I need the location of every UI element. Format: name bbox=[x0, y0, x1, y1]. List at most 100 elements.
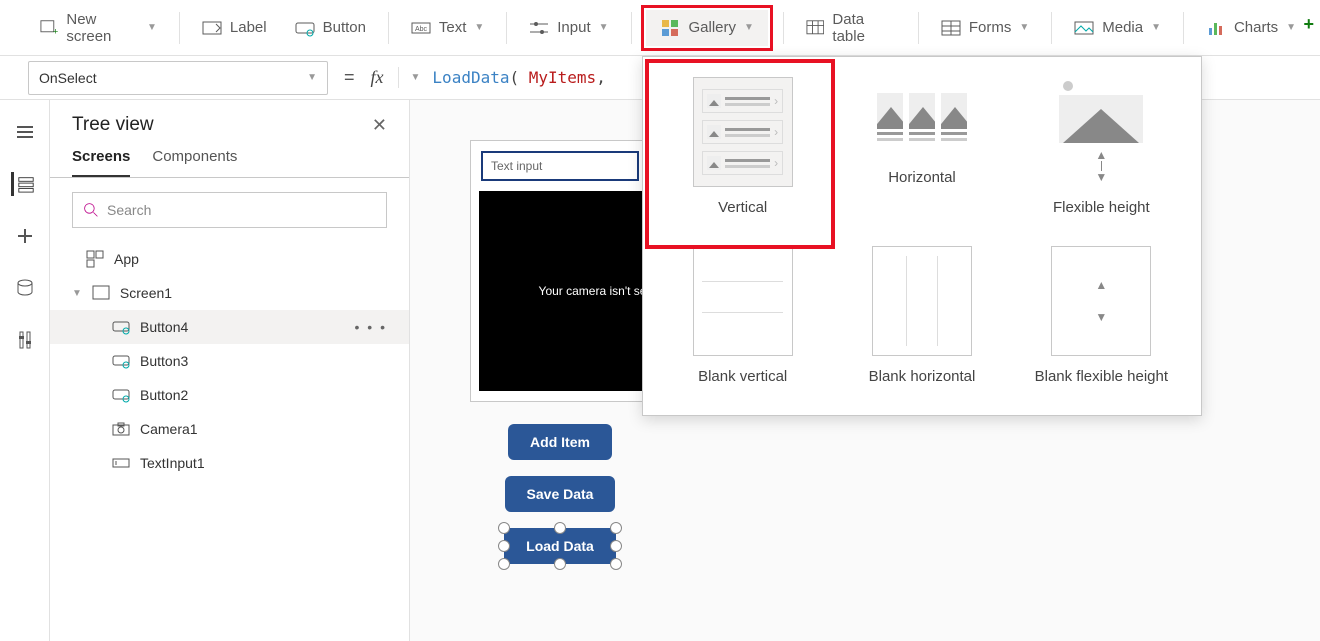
tree-item-button3[interactable]: Button3 bbox=[50, 344, 409, 378]
gallery-option-horizontal[interactable]: Horizontal bbox=[832, 71, 1011, 222]
resize-handle[interactable] bbox=[554, 558, 566, 570]
canvas-text-input[interactable]: Text input bbox=[481, 151, 639, 181]
chevron-down-icon: ▼ bbox=[599, 22, 609, 33]
text-input-icon bbox=[112, 454, 130, 472]
screen-icon bbox=[92, 284, 110, 302]
resize-handle[interactable] bbox=[498, 558, 510, 570]
separator bbox=[918, 12, 919, 44]
rail-insert[interactable] bbox=[13, 224, 37, 248]
separator bbox=[1051, 12, 1052, 44]
gallery-option-blank-vertical[interactable]: Blank vertical bbox=[653, 240, 832, 391]
gallery-option-blank-horizontal[interactable]: Blank horizontal bbox=[832, 240, 1011, 391]
resize-handle[interactable] bbox=[610, 522, 622, 534]
media-icon bbox=[1074, 18, 1094, 38]
input-icon bbox=[529, 18, 549, 38]
gallery-option-vertical[interactable]: › › › Vertical bbox=[653, 71, 832, 222]
tab-components[interactable]: Components bbox=[152, 148, 237, 177]
resize-handle[interactable] bbox=[610, 558, 622, 570]
tree-item-label: Button3 bbox=[140, 353, 188, 369]
gallery-option-label: Blank vertical bbox=[698, 368, 787, 385]
rail-hamburger[interactable] bbox=[13, 120, 37, 144]
tree-item-screen1[interactable]: ▼ Screen1 bbox=[50, 276, 409, 310]
thumb-blank-vertical bbox=[693, 246, 793, 356]
charts-button[interactable]: Charts ▼ bbox=[1194, 12, 1308, 44]
chevron-down-icon[interactable]: ▼ bbox=[411, 72, 421, 83]
label-icon bbox=[202, 18, 222, 38]
label-button[interactable]: Label bbox=[190, 12, 279, 44]
close-icon[interactable]: ✕ bbox=[372, 115, 387, 136]
tab-screens[interactable]: Screens bbox=[72, 148, 130, 177]
chevron-down-icon: ▼ bbox=[744, 22, 754, 33]
gallery-option-label: Blank flexible height bbox=[1035, 368, 1168, 385]
forms-button[interactable]: Forms ▼ bbox=[929, 12, 1041, 44]
tree-view-panel: Tree view ✕ Screens Components Search Ap… bbox=[50, 100, 410, 641]
separator bbox=[1183, 12, 1184, 44]
forms-icon bbox=[941, 18, 961, 38]
chevron-down-icon: ▼ bbox=[1019, 22, 1029, 33]
gallery-button[interactable]: Gallery ▼ bbox=[646, 10, 767, 46]
new-screen-button[interactable]: + New screen ▼ bbox=[28, 5, 169, 51]
media-button[interactable]: Media ▼ bbox=[1062, 12, 1173, 44]
add-icon[interactable]: + bbox=[1303, 14, 1314, 35]
input-label: Input bbox=[557, 19, 590, 36]
thumb-vertical: › › › bbox=[693, 77, 793, 187]
data-table-button[interactable]: Data table bbox=[794, 5, 908, 51]
left-rail bbox=[0, 100, 50, 641]
gallery-option-blank-flexible-height[interactable]: ▲ ▼ Blank flexible height bbox=[1012, 240, 1191, 391]
separator bbox=[631, 12, 632, 44]
media-label: Media bbox=[1102, 19, 1143, 36]
button-icon bbox=[112, 386, 130, 404]
input-button[interactable]: Input ▼ bbox=[517, 12, 620, 44]
canvas-camera[interactable]: Your camera isn't set up, or you're bbox=[479, 191, 650, 391]
tree-search[interactable]: Search bbox=[72, 192, 387, 228]
canvas-add-item-button[interactable]: Add Item bbox=[508, 424, 612, 460]
tree-item-label: Button2 bbox=[140, 387, 188, 403]
resize-handle[interactable] bbox=[610, 540, 622, 552]
gallery-option-flexible-height[interactable]: ▲▼ Flexible height bbox=[1012, 71, 1191, 222]
canvas-save-data-button[interactable]: Save Data bbox=[505, 476, 616, 512]
rail-tools[interactable] bbox=[13, 328, 37, 352]
button-icon bbox=[112, 352, 130, 370]
gallery-highlight: Gallery ▼ bbox=[641, 5, 772, 51]
gallery-dropdown: › › › Vertical Horizontal ▲▼ Flexible he… bbox=[642, 56, 1202, 416]
tree-item-button2[interactable]: Button2 bbox=[50, 378, 409, 412]
forms-label: Forms bbox=[969, 19, 1012, 36]
tree-item-label: Button4 bbox=[140, 319, 188, 335]
svg-text:+: + bbox=[53, 26, 58, 36]
gallery-icon bbox=[660, 18, 680, 38]
thumb-blank-flexible-height: ▲ ▼ bbox=[1051, 246, 1151, 356]
app-icon bbox=[86, 250, 104, 268]
more-icon[interactable]: • • • bbox=[355, 319, 387, 335]
thumb-flexible-height: ▲▼ bbox=[1051, 77, 1151, 187]
app-canvas[interactable]: Text input Your camera isn't set up, or … bbox=[470, 140, 650, 402]
new-screen-icon: + bbox=[40, 18, 58, 38]
resize-handle[interactable] bbox=[554, 522, 566, 534]
text-label: Text bbox=[439, 19, 467, 36]
fx-label: fx bbox=[371, 67, 399, 88]
tree-item-textinput1[interactable]: TextInput1 bbox=[50, 446, 409, 480]
text-icon: Abc bbox=[411, 18, 431, 38]
tree-item-button4[interactable]: Button4 • • • bbox=[50, 310, 409, 344]
selected-control[interactable]: Load Data bbox=[504, 528, 616, 564]
data-table-icon bbox=[806, 18, 825, 38]
tree-item-label: Camera1 bbox=[140, 421, 198, 437]
rail-data[interactable] bbox=[13, 276, 37, 300]
data-table-label: Data table bbox=[832, 11, 896, 45]
tree-item-app[interactable]: App bbox=[50, 242, 409, 276]
search-placeholder: Search bbox=[107, 202, 151, 218]
separator bbox=[179, 12, 180, 44]
tree-tabs: Screens Components bbox=[50, 148, 409, 178]
rail-tree-view[interactable] bbox=[11, 172, 35, 196]
chevron-down-icon[interactable]: ▼ bbox=[72, 288, 82, 299]
equals-sign: = bbox=[340, 67, 359, 88]
new-screen-label: New screen bbox=[66, 11, 139, 45]
button-button[interactable]: Button bbox=[283, 12, 378, 44]
chevron-down-icon: ▼ bbox=[474, 22, 484, 33]
tree-item-camera1[interactable]: Camera1 bbox=[50, 412, 409, 446]
text-button[interactable]: Abc Text ▼ bbox=[399, 12, 496, 44]
formula-input[interactable]: LoadData( MyItems, bbox=[432, 68, 605, 87]
separator bbox=[783, 12, 784, 44]
camera-icon bbox=[112, 420, 130, 438]
chevron-down-icon: ▼ bbox=[307, 72, 317, 83]
property-selector[interactable]: OnSelect ▼ bbox=[28, 61, 328, 95]
